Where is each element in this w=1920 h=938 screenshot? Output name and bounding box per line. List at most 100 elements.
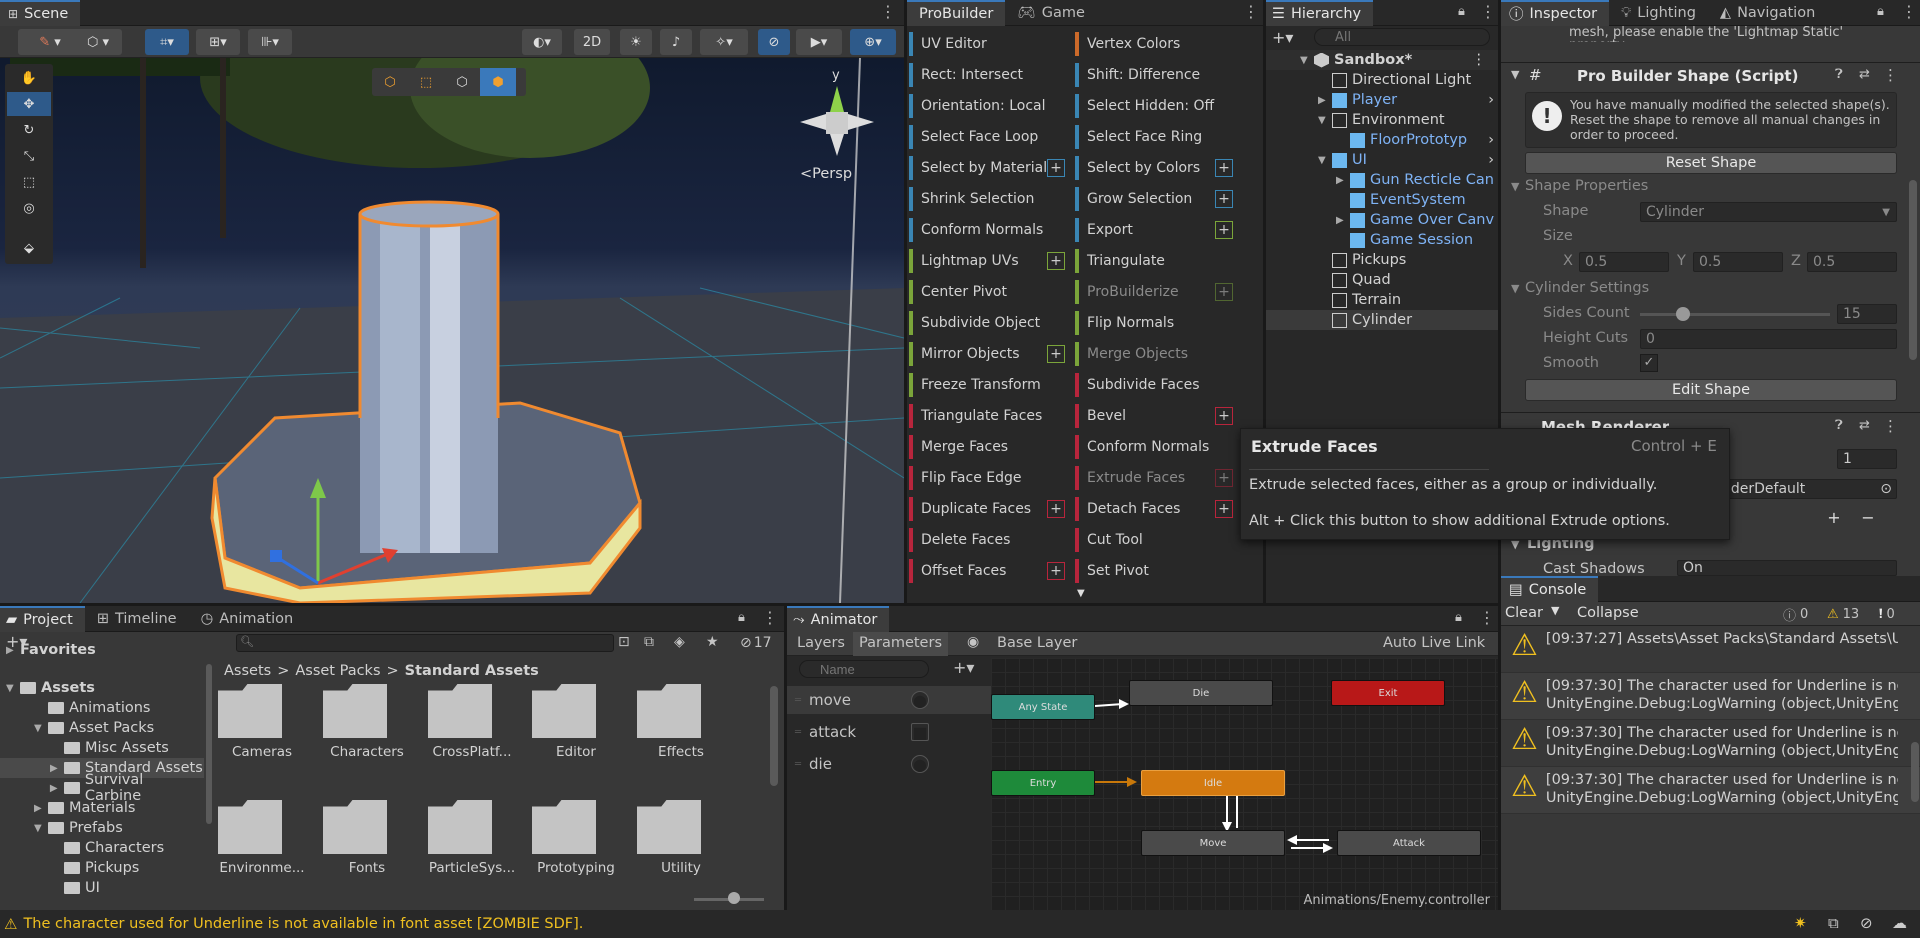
foldout-arrow-icon[interactable]: ▼ [34, 723, 48, 734]
size-y-field[interactable]: 0.5 [1693, 252, 1783, 272]
tab-scene[interactable]: ⊞ Scene [0, 0, 81, 26]
pb-options-button[interactable]: + [1047, 252, 1065, 270]
pb-action-right[interactable]: Set Pivot [1075, 559, 1235, 583]
shape-properties-header[interactable]: Shape Properties [1525, 178, 1648, 194]
filter-icon[interactable]: ⧉ [644, 634, 654, 650]
edge-mode-icon[interactable]: ⬡ [444, 68, 480, 96]
folder-icon[interactable] [428, 800, 492, 854]
preset-icon[interactable]: ⇄ [1859, 67, 1870, 82]
hierarchy-item[interactable]: Pickups [1266, 250, 1498, 270]
pb-options-button[interactable]: + [1215, 407, 1233, 425]
pb-action-right[interactable]: Conform Normals [1075, 435, 1235, 459]
tab-game[interactable]: 🎮︎ Game [1005, 0, 1097, 26]
pb-action-right[interactable]: Subdivide Faces [1075, 373, 1235, 397]
foldout-arrow-icon[interactable]: ▶ [6, 645, 20, 656]
pb-options-button[interactable]: + [1215, 190, 1233, 208]
project-tree-item[interactable]: ▶ Materials [0, 798, 204, 818]
pb-options-button[interactable]: + [1215, 221, 1233, 239]
vertex-mode-icon[interactable]: ⬚ [408, 68, 444, 96]
folder-label[interactable]: ParticleSys... [422, 860, 522, 876]
effects-dropdown[interactable]: ✧ ▾ [700, 29, 748, 55]
pb-action-left[interactable]: Mirror Objects [909, 342, 1069, 366]
foldout-arrow-icon[interactable]: ▼ [1318, 115, 1332, 126]
pb-action-left[interactable]: Conform Normals [909, 218, 1069, 242]
pb-action-right[interactable]: Select Hidden: Off [1075, 94, 1235, 118]
exit-node[interactable]: Exit [1331, 680, 1445, 706]
tab-probuilder[interactable]: ProBuilder [907, 0, 1006, 26]
pb-action-left[interactable]: Flip Face Edge [909, 466, 1069, 490]
pb-action-right[interactable]: Triangulate [1075, 249, 1235, 273]
preset-icon[interactable]: ⇄ [1859, 418, 1870, 433]
foldout-arrow-icon[interactable]: ▶ [1336, 215, 1350, 226]
hierarchy-item[interactable]: Directional Light [1266, 70, 1498, 90]
trigger-checkbox[interactable]: ■ [911, 723, 930, 742]
tab-project[interactable]: ▰ Project [0, 605, 85, 632]
folder-label[interactable]: Editor [526, 744, 626, 760]
status-message[interactable]: The character used for Underline is not … [23, 916, 583, 932]
console-scrollbar[interactable] [1911, 742, 1919, 802]
component-menu-icon[interactable]: ⋮ [1883, 66, 1898, 84]
pb-options-button[interactable]: + [1047, 562, 1065, 580]
foldout-arrow-icon[interactable]: ▼ [1300, 55, 1314, 66]
tab-hierarchy[interactable]: ☰ Hierarchy [1266, 0, 1374, 26]
height-cuts-field[interactable]: 0 [1640, 329, 1897, 349]
custom-tool-icon[interactable]: ⬙ [7, 236, 51, 260]
base-layer-breadcrumb[interactable]: Base Layer [997, 635, 1077, 651]
folder-icon[interactable] [218, 684, 282, 738]
pb-action-right[interactable]: ProBuilderize [1075, 280, 1235, 304]
hierarchy-item[interactable]: ▶ Gun Recticle Can [1266, 170, 1498, 190]
pb-action-left[interactable]: Duplicate Faces [909, 497, 1069, 521]
axis-center-cube[interactable] [826, 112, 848, 134]
pb-action-right[interactable]: Export [1075, 218, 1235, 242]
tab-animation[interactable]: ◷ Animation [189, 606, 306, 632]
render-mode-dropdown[interactable]: ◐ ▾ [522, 29, 562, 55]
pb-options-button[interactable]: + [1215, 469, 1233, 487]
axis-y-cone[interactable] [830, 86, 844, 112]
pb-action-right[interactable]: Vertex Colors [1075, 32, 1235, 56]
die-state-node[interactable]: Die [1129, 680, 1273, 706]
component-menu-icon[interactable]: ⋮ [1883, 417, 1898, 435]
shape-dropdown[interactable]: Cylinder ▼ [1640, 202, 1897, 222]
inspector-scrollbar[interactable] [1909, 180, 1917, 360]
foldout-arrow-icon[interactable]: ▼ [34, 823, 48, 834]
pb-options-button[interactable]: + [1047, 159, 1065, 177]
hierarchy-item[interactable]: ▼ UI › [1266, 150, 1498, 170]
console-log-row[interactable]: ⚠ [09:37:30] The character used for Under… [1501, 673, 1920, 720]
pb-action-left[interactable]: Select Face Loop [909, 125, 1069, 149]
pb-action-left[interactable]: Offset Faces [909, 559, 1069, 583]
hierarchy-item[interactable]: ▼ Sandbox* ⋮ [1266, 50, 1498, 70]
project-tree-item[interactable]: Characters [0, 838, 204, 858]
foldout-arrow-icon[interactable]: ▼ [1511, 282, 1519, 295]
scene-viewport[interactable]: ✋ ✥ ↻ ⤡ ⬚ ◎ ⬙ ⬡ ⬚ ⬡ ⬢ y <Persp [0, 58, 904, 603]
star-icon[interactable]: ★ [706, 634, 719, 650]
log-filter-toggle[interactable]: ⓘ 0 [1783, 604, 1827, 624]
project-menu-icon[interactable]: ⋮ [762, 608, 778, 627]
any-state-node[interactable]: Any State [991, 694, 1095, 720]
folder-label[interactable]: Characters [317, 744, 417, 760]
network-icon[interactable]: ⊘ [1860, 914, 1873, 932]
hierarchy-item[interactable]: FloorPrototyp › [1266, 130, 1498, 150]
folder-icon[interactable] [323, 800, 387, 854]
rect-tool-icon[interactable]: ⬚ [7, 170, 51, 194]
snap-toggle[interactable]: ⌗ ▾ [145, 29, 189, 55]
scroll-down-icon[interactable]: ▼ [1077, 588, 1085, 599]
sides-count-field[interactable]: 15 [1837, 304, 1897, 324]
pb-action-left[interactable]: Lightmap UVs [909, 249, 1069, 273]
hierarchy-menu-icon[interactable]: ⋮ [1480, 2, 1496, 21]
inspector-lock-icon[interactable]: 🔒︎ [1877, 4, 1884, 19]
pb-action-left[interactable]: Rect: Intersect [909, 63, 1069, 87]
help-icon[interactable]: ❓︎ [1835, 418, 1843, 433]
attack-state-node[interactable]: Attack [1337, 830, 1481, 856]
audio-toggle[interactable]: ♪ [660, 29, 692, 55]
collapse-toggle[interactable]: Collapse [1577, 605, 1639, 621]
open-prefab-chevron-icon[interactable]: › [1488, 92, 1494, 108]
open-prefab-chevron-icon[interactable]: › [1488, 152, 1494, 168]
rotate-tool-icon[interactable]: ↻ [7, 118, 51, 142]
pb-action-right[interactable]: Extrude Faces [1075, 466, 1235, 490]
pb-options-button[interactable]: + [1215, 500, 1233, 518]
layers-icon[interactable]: ⧉ [1828, 914, 1839, 932]
folder-label[interactable]: Fonts [317, 860, 417, 876]
console-log-row[interactable]: ⚠ [09:37:30] The character used for Under… [1501, 720, 1920, 767]
pb-action-left[interactable]: UV Editor [909, 32, 1069, 56]
idle-state-node[interactable]: Idle [1141, 770, 1285, 796]
